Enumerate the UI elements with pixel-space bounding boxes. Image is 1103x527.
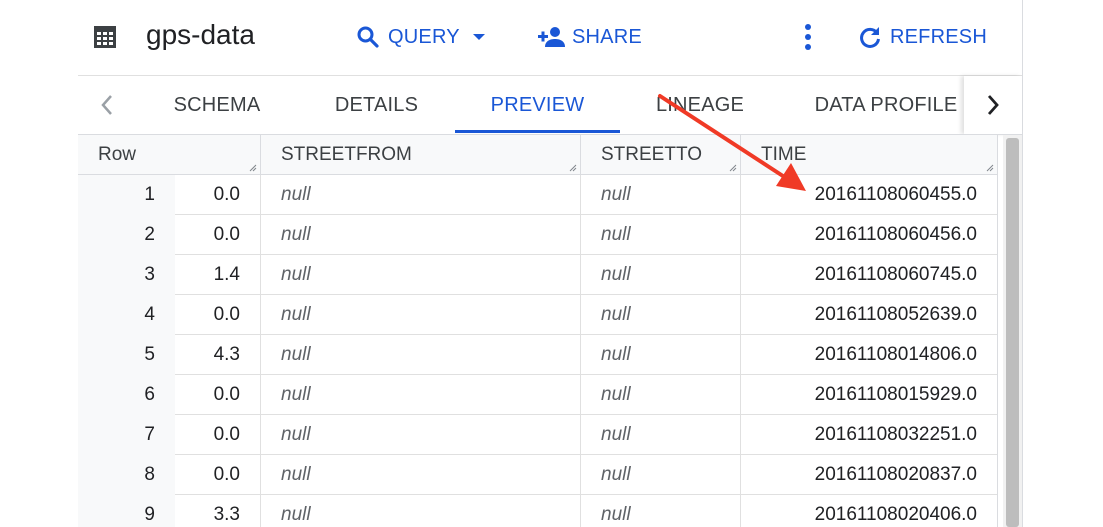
table-cell[interactable]: 20161108060456.0 [741,215,998,255]
table-cell[interactable]: null [261,375,581,415]
table-cell[interactable]: 20161108060745.0 [741,255,998,295]
table-cell[interactable]: 20161108020406.0 [741,495,998,527]
more-vert-icon[interactable] [797,22,819,52]
resize-grip-icon[interactable] [729,164,737,172]
table-cell[interactable]: 20161108014806.0 [741,335,998,375]
row-number: 7 [78,415,175,455]
caret-down-icon [472,34,485,40]
table-cell[interactable]: null [581,375,741,415]
table-cell[interactable]: 20161108052639.0 [741,295,998,335]
refresh-button[interactable]: REFRESH [858,22,987,52]
table-row: 8 0.0 null null 20161108020837.0 [78,455,998,495]
table-row: 3 1.4 null null 20161108060745.0 [78,255,998,295]
table-cell[interactable]: 20161108060455.0 [741,175,998,215]
table-cell[interactable]: 20161108020837.0 [741,455,998,495]
table-cell[interactable]: 3.3 [175,495,261,527]
table-cell[interactable]: null [261,335,581,375]
share-label: SHARE [572,25,642,48]
panel-border [1022,0,1023,527]
table-cell[interactable]: null [261,415,581,455]
table-cell[interactable]: null [581,335,741,375]
column-header-label: TIME [761,144,807,165]
table-cell[interactable]: 0.0 [175,175,261,215]
chevron-left-icon [101,95,112,115]
page-title: gps-data [146,19,255,50]
table-row: 5 4.3 null null 20161108014806.0 [78,335,998,375]
table-cell[interactable]: null [581,415,741,455]
row-number: 2 [78,215,175,255]
column-header-label: STREETTO [601,144,702,165]
row-number: 8 [78,455,175,495]
table-cell[interactable]: null [261,255,581,295]
column-header-streetfrom[interactable]: STREETFROM [261,135,581,175]
column-header-label: STREETFROM [281,144,412,165]
share-button[interactable]: SHARE [538,22,642,52]
chevron-right-icon [987,95,999,115]
table-cell[interactable]: null [261,495,581,527]
active-tab-indicator [455,130,620,133]
table-cell[interactable]: 0.0 [175,215,261,255]
table-cell[interactable]: null [581,175,741,215]
table-row: 7 0.0 null null 20161108032251.0 [78,415,998,455]
refresh-label: REFRESH [890,25,987,48]
table-row: 4 0.0 null null 20161108052639.0 [78,295,998,335]
scroll-tabs-left-button[interactable] [78,76,136,134]
table-cell[interactable]: 0.0 [175,415,261,455]
table-row: 6 0.0 null null 20161108015929.0 [78,375,998,415]
row-number: 3 [78,255,175,295]
table-cell[interactable]: null [581,455,741,495]
table-cell[interactable]: null [261,215,581,255]
tab-details[interactable]: DETAILS [308,76,445,134]
table-cell[interactable]: null [581,295,741,335]
row-number: 6 [78,375,175,415]
row-number: 1 [78,175,175,215]
scroll-tabs-right-button[interactable] [964,76,1022,134]
table-cell[interactable]: null [261,455,581,495]
query-label: QUERY [388,25,460,48]
row-number: 5 [78,335,175,375]
row-number: 9 [78,495,175,527]
query-button[interactable]: QUERY [356,22,486,52]
table-row: 1 0.0 null null 20161108060455.0 [78,175,998,215]
preview-table: Row STREETFROM STREETTO TIME 1 0.0 null … [78,135,998,527]
refresh-icon [860,27,880,48]
tab-lineage[interactable]: LINEAGE [628,76,772,134]
table-icon [94,26,116,48]
resize-grip-icon[interactable] [986,164,994,172]
resize-grip-icon[interactable] [569,164,577,172]
scrollbar-thumb[interactable] [1006,138,1019,527]
table-cell[interactable]: null [261,295,581,335]
row-column-header: Row [98,144,137,165]
tab-data-profile[interactable]: DATA PROFILE [800,76,972,134]
search-icon [357,26,379,48]
table-cell[interactable]: null [581,215,741,255]
table-row: 2 0.0 null null 20161108060456.0 [78,215,998,255]
tab-schema[interactable]: SCHEMA [146,76,288,134]
tab-bar: SCHEMA DETAILS PREVIEW LINEAGE DATA PROF… [78,76,1022,134]
table-cell[interactable]: null [581,495,741,527]
table-header: Row STREETFROM STREETTO TIME [78,135,998,175]
table-cell[interactable]: 0.0 [175,455,261,495]
table-cell[interactable]: 20161108032251.0 [741,415,998,455]
table-row: 9 3.3 null null 20161108020406.0 [78,495,998,527]
table-cell[interactable]: 20161108015929.0 [741,375,998,415]
column-header[interactable] [175,135,261,175]
row-number: 4 [78,295,175,335]
table-cell[interactable]: 4.3 [175,335,261,375]
table-cell[interactable]: 0.0 [175,375,261,415]
resize-grip-icon[interactable] [249,164,257,172]
person-add-icon [538,27,565,47]
column-header-streetto[interactable]: STREETTO [581,135,741,175]
table-cell[interactable]: null [581,255,741,295]
table-cell[interactable]: 0.0 [175,295,261,335]
table-cell[interactable]: null [261,175,581,215]
tab-preview[interactable]: PREVIEW [455,76,620,134]
column-header-time[interactable]: TIME [741,135,998,175]
toolbar: gps-data QUERY SHARE REFRESH [0,0,1022,75]
table-cell[interactable]: 1.4 [175,255,261,295]
